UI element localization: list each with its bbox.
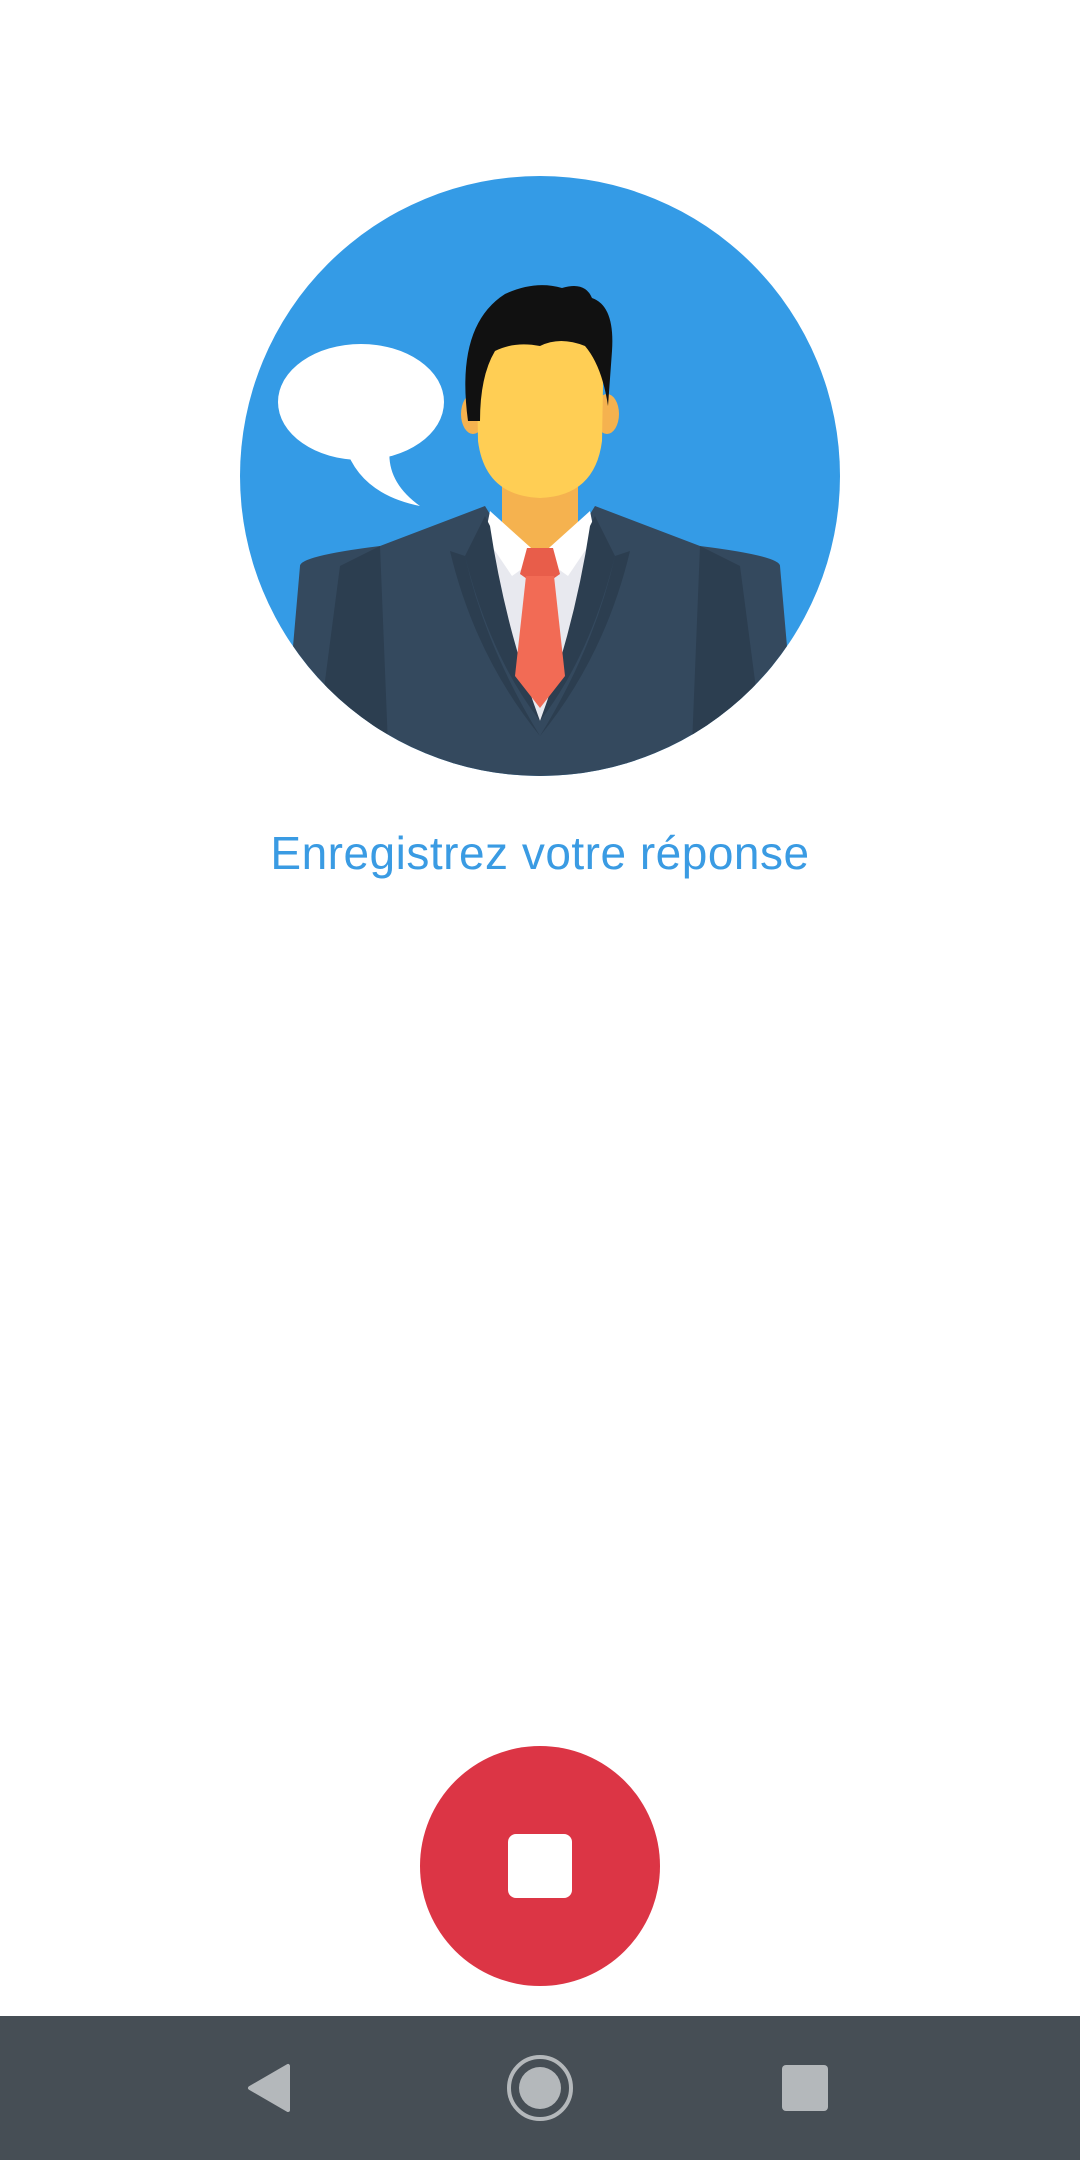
nav-back-button[interactable] [220, 2038, 320, 2138]
recents-square-icon [782, 2065, 828, 2111]
stop-icon [508, 1834, 572, 1898]
home-circle-icon [507, 2055, 573, 2121]
system-navigation-bar [0, 2016, 1080, 2160]
record-answer-prompt: Enregistrez votre réponse [270, 827, 810, 879]
stop-recording-button[interactable] [420, 1746, 660, 1986]
avatar-illustration [240, 176, 840, 776]
nav-home-button[interactable] [490, 2038, 590, 2138]
record-answer-screen: Enregistrez votre réponse [0, 0, 1080, 2160]
nav-recents-button[interactable] [755, 2038, 855, 2138]
back-triangle-icon [248, 2064, 290, 2112]
businessman-with-speech-bubble-icon [240, 176, 840, 776]
